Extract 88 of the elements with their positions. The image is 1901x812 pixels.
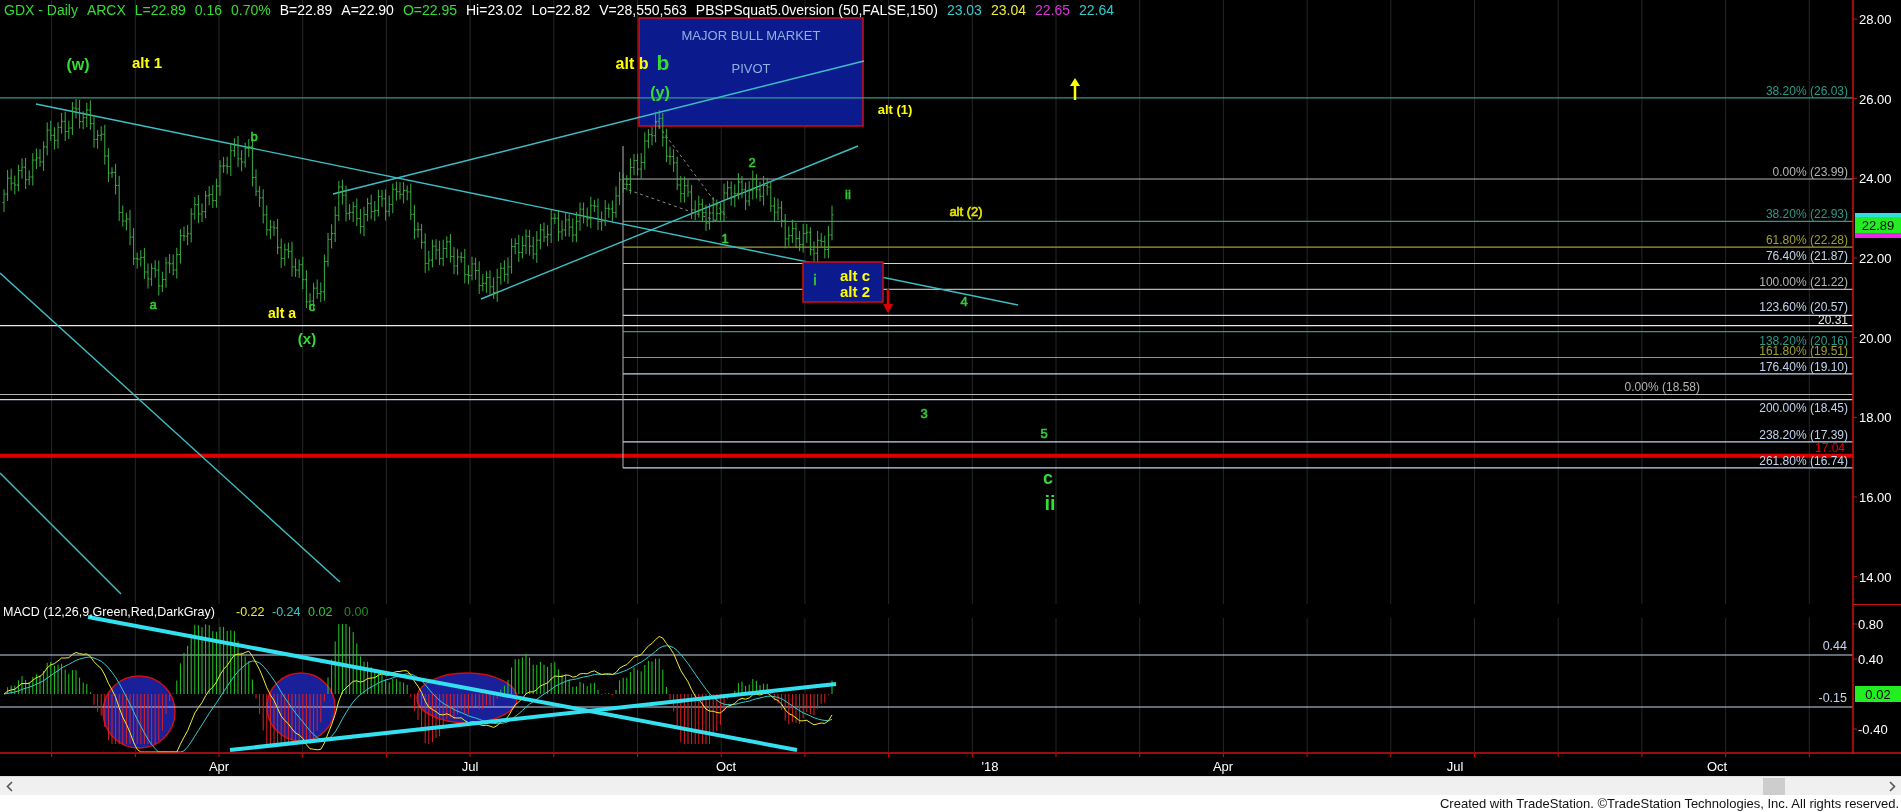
highlight-circle xyxy=(266,672,336,742)
wave-label: i xyxy=(813,271,817,288)
box-label: MAJOR BULL MARKET xyxy=(681,28,821,43)
wave-label: c xyxy=(308,299,316,314)
wave-label: alt 2 xyxy=(840,283,870,300)
indicator-value: -0.22 xyxy=(236,605,265,619)
chevron-right-icon xyxy=(1888,780,1896,792)
wave-label: (w) xyxy=(66,56,90,73)
price-axis-label: 20.00 xyxy=(1859,330,1892,346)
wave-label: 1 xyxy=(721,231,729,246)
fib-level-label: 38.20% (22.93) xyxy=(1765,207,1848,221)
indicator-title: MACD (12,26,9,Green,Red,DarkGray) xyxy=(3,605,215,619)
arrow-up-icon xyxy=(1070,78,1080,100)
date-axis-label: '18 xyxy=(981,759,999,774)
wave-label: 2 xyxy=(748,155,756,170)
indicator-value: 0.02 xyxy=(308,605,333,619)
wave-label: c xyxy=(1043,468,1053,488)
wave-label: alt b xyxy=(615,55,649,72)
level-label: -0.15 xyxy=(1818,691,1847,705)
price-axis-label: 14.00 xyxy=(1859,569,1892,585)
date-axis-label: Jul xyxy=(461,759,479,774)
date-axis-label: Apr xyxy=(208,759,230,774)
quote-field: 22.65 xyxy=(1034,2,1070,18)
quote-field: 0.16 xyxy=(194,2,223,18)
indicator-value: 0.00 xyxy=(344,605,369,619)
wave-label: alt (2) xyxy=(949,204,983,219)
fib-level-label: 17.04 xyxy=(1814,441,1845,455)
price-axis-label: 22.00 xyxy=(1859,251,1892,266)
wave-label: ii xyxy=(845,187,851,202)
fib-level-label: 238.20% (17.39) xyxy=(1759,428,1848,442)
quote-field: 23.04 xyxy=(990,2,1026,18)
fib-level-label: 200.00% (18.45) xyxy=(1759,401,1848,415)
wave-label: alt c xyxy=(840,267,870,284)
quote-field: PBSPSquat5.0version (50,FALSE,150) xyxy=(695,2,938,18)
price-axis-label: 18.00 xyxy=(1859,410,1892,426)
quote-field: ARCX xyxy=(86,2,126,18)
wave-label: 3 xyxy=(920,406,928,421)
macd-axis-label: 0.40 xyxy=(1858,652,1884,667)
wave-label: alt (1) xyxy=(877,102,913,117)
level-label: 0.44 xyxy=(1822,639,1847,653)
scrollbar-thumb[interactable] xyxy=(1763,777,1785,795)
fib-level-label: 123.60% (20.57) xyxy=(1759,300,1848,314)
quote-field: 0.70% xyxy=(231,2,271,18)
fib-level-label: 76.40% (21.87) xyxy=(1765,249,1848,263)
last-value-tag: 0.02 xyxy=(1855,686,1901,702)
quote-field: V=28,550,563 xyxy=(599,2,687,18)
fib-level-label: 176.40% (19.10) xyxy=(1759,360,1848,374)
arrow-down-icon xyxy=(883,289,893,313)
wave-label: (x) xyxy=(297,330,317,347)
fib-level-label: 38.20% (26.03) xyxy=(1765,84,1848,98)
quote-field: 22.64 xyxy=(1079,2,1115,18)
date-axis-label: Jul xyxy=(1446,759,1464,774)
price-axis-label: 16.00 xyxy=(1859,489,1892,505)
wave-label: ii xyxy=(1044,492,1056,514)
fib-level-label: 20.31 xyxy=(1817,313,1848,327)
wave-label: b xyxy=(656,51,670,74)
indicator-value: -0.24 xyxy=(272,605,301,619)
wave-label: 5 xyxy=(1040,426,1048,441)
quote-field: B=22.89 xyxy=(279,2,333,18)
date-axis-label: Oct xyxy=(1706,759,1728,774)
quote-field: 23.03 xyxy=(946,2,982,18)
wave-label: 4 xyxy=(960,294,968,309)
macd-axis-label: 0.80 xyxy=(1858,617,1884,632)
chevron-left-icon xyxy=(5,780,13,792)
price-axis-label: 26.00 xyxy=(1859,91,1892,107)
quote-field: O=22.95 xyxy=(402,2,457,18)
last-price-tag: 22.89 xyxy=(1855,217,1901,233)
fib-level-label: 100.00% (21.22) xyxy=(1759,275,1848,289)
fib-level-label: 261.80% (16.74) xyxy=(1759,454,1848,468)
wave-label: alt 1 xyxy=(132,54,162,71)
fib-level-label: 0.00% (18.58) xyxy=(1624,380,1700,394)
quote-field: A=22.90 xyxy=(341,2,394,18)
box-label: PIVOT xyxy=(731,61,771,76)
quote-field: Lo=22.82 xyxy=(531,2,591,18)
date-axis-label: Apr xyxy=(1212,759,1234,774)
macd-axis-label: -0.40 xyxy=(1858,722,1888,737)
quote-field: Hi=23.02 xyxy=(466,2,523,18)
fib-level-label: 0.00% (23.99) xyxy=(1772,165,1848,179)
price-axis-label: 24.00 xyxy=(1859,171,1892,187)
wave-label: a xyxy=(149,297,157,312)
date-axis-label: Oct xyxy=(715,759,737,774)
wave-label: b xyxy=(250,129,258,144)
wave-label: alt a xyxy=(268,305,296,321)
quote-field: L=22.89 xyxy=(134,2,186,18)
wave-label: (y) xyxy=(650,84,670,101)
quote-field: GDX - Daily xyxy=(4,2,78,18)
price-axis-label: 28.00 xyxy=(1859,12,1892,27)
fib-level-label: 61.80% (22.28) xyxy=(1765,233,1848,247)
